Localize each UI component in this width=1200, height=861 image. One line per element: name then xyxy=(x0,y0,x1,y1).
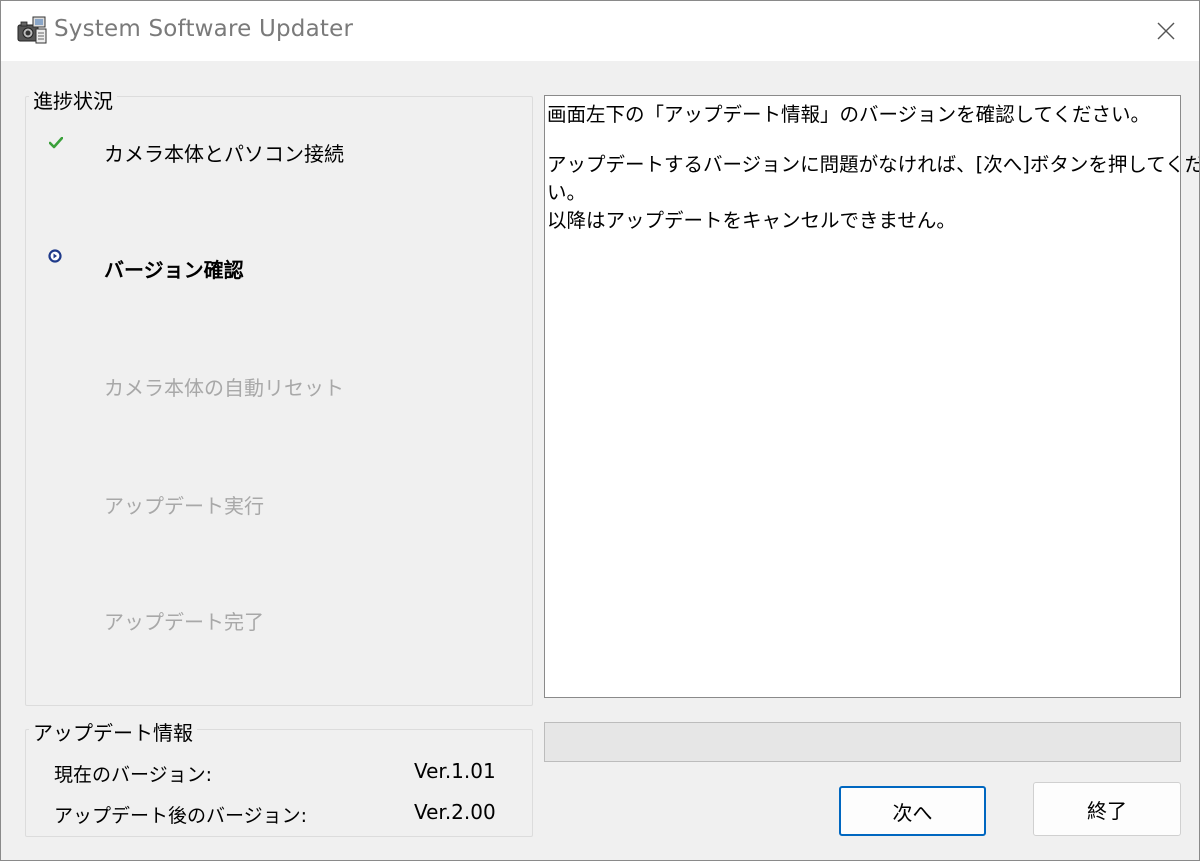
step-update-complete: アップデート完了 xyxy=(104,610,264,634)
step-camera-auto-reset: カメラ本体の自動リセット xyxy=(104,376,344,400)
next-button[interactable]: 次へ xyxy=(839,786,986,836)
after-version-value: Ver.2.00 xyxy=(414,800,496,824)
progress-group-box xyxy=(25,96,533,706)
checkmark-icon xyxy=(48,134,64,153)
message-line: 以降はアップデートをキャンセルできません。 xyxy=(547,209,956,232)
message-text-area[interactable]: 画面左下の「アップデート情報」のバージョンを確認してください。 アップデートする… xyxy=(544,95,1199,698)
current-version-value: Ver.1.01 xyxy=(414,759,496,783)
step-update-execute: アップデート実行 xyxy=(104,494,264,518)
step-version-check: バージョン確認 xyxy=(104,258,244,282)
current-step-arrow-icon xyxy=(48,248,62,267)
message-line: 画面左下の「アップデート情報」のバージョンを確認してください。 xyxy=(547,103,1150,126)
close-icon xyxy=(1157,22,1175,40)
progress-group-title: 進捗状況 xyxy=(29,85,117,114)
title-bar[interactable]: System Software Updater xyxy=(1,1,1199,61)
message-line: い。 xyxy=(547,181,587,204)
step-camera-pc-connect: カメラ本体とパソコン接続 xyxy=(104,142,344,166)
update-progress-bar xyxy=(544,722,1181,762)
close-button[interactable] xyxy=(1141,11,1191,51)
update-info-group-title: アップデート情報 xyxy=(29,717,197,746)
updater-window: System Software Updater 進捗状況 カメラ本体とパソコン接… xyxy=(0,0,1200,861)
message-line: アップデートするバージョンに問題がなければ、[次へ]ボタンを押してくださ xyxy=(547,153,1200,176)
updater-app-icon xyxy=(15,15,47,47)
after-version-label: アップデート後のバージョン: xyxy=(54,805,308,827)
current-version-label: 現在のバージョン: xyxy=(54,764,213,786)
window-title: System Software Updater xyxy=(54,16,354,42)
exit-button[interactable]: 終了 xyxy=(1033,782,1181,836)
